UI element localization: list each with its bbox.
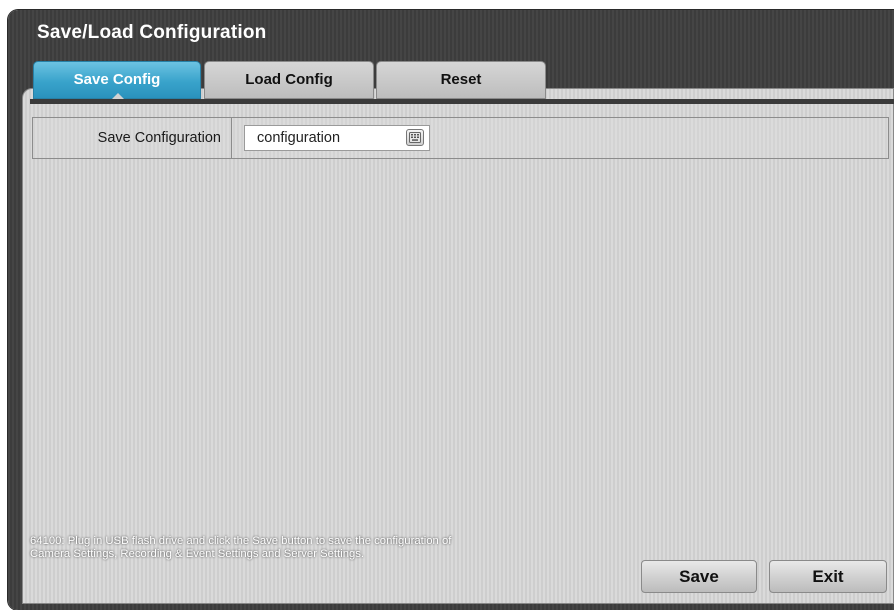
save-configuration-row: Save Configuration configuration: [32, 117, 889, 159]
tab-save-config-label: Save Config: [73, 71, 161, 88]
tab-reset[interactable]: Reset: [376, 61, 546, 99]
save-configuration-label: Save Configuration: [33, 118, 232, 158]
keyboard-icon[interactable]: [406, 129, 424, 146]
tab-load-config[interactable]: Load Config: [204, 61, 374, 99]
tab-load-config-label: Load Config: [245, 71, 333, 88]
configuration-name-input[interactable]: configuration: [244, 125, 430, 151]
exit-button[interactable]: Exit: [769, 560, 887, 593]
save-button[interactable]: Save: [641, 560, 757, 593]
active-tab-pointer-icon: [112, 93, 124, 99]
configuration-name-value: configuration: [257, 130, 341, 146]
help-message: 64100: Plug in USB flash drive and click…: [30, 535, 452, 560]
tab-divider: [30, 99, 894, 104]
tab-save-config[interactable]: Save Config: [33, 61, 201, 99]
window-title: Save/Load Configuration: [37, 22, 267, 43]
tab-reset-label: Reset: [440, 71, 482, 88]
content-panel: [22, 88, 894, 604]
